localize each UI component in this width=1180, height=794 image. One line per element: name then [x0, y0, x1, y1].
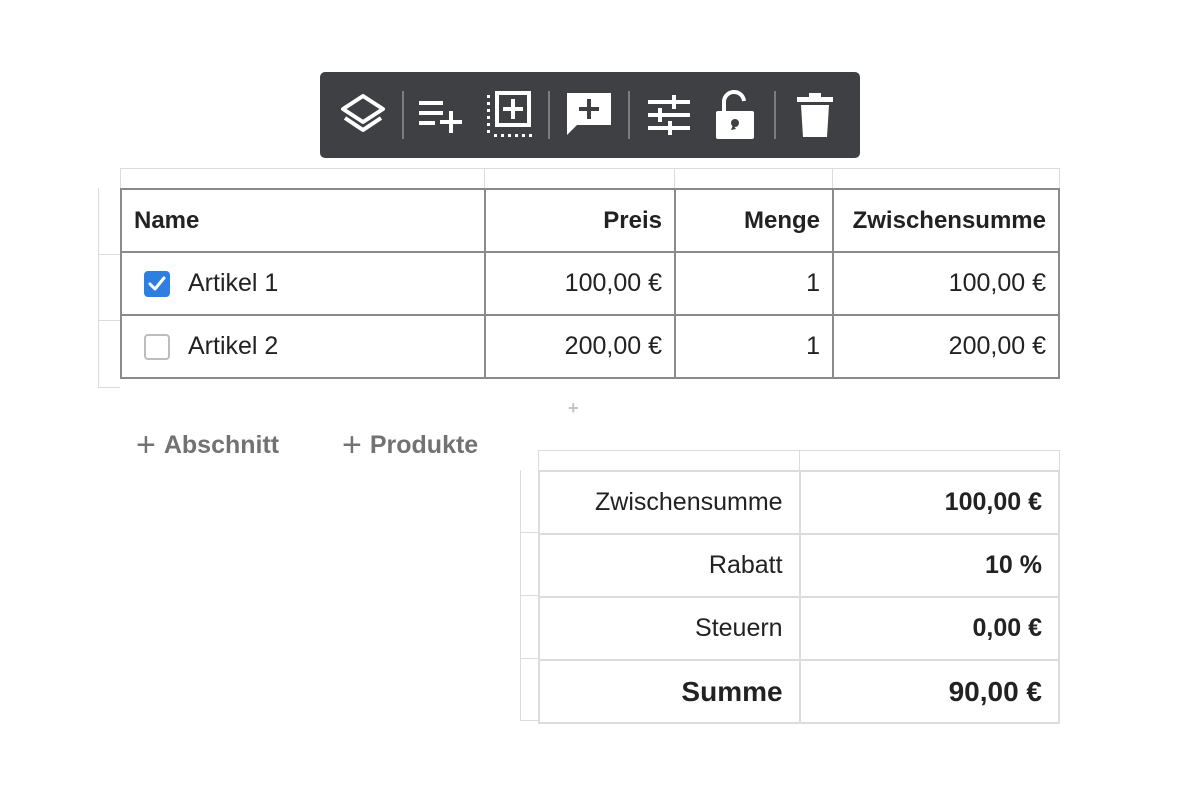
table-guide-top	[120, 168, 1060, 169]
layers-icon	[341, 94, 385, 132]
unlock-icon	[716, 90, 754, 139]
add-comment-icon	[567, 93, 611, 135]
totals-row-tax: Steuern 0,00 €	[538, 596, 1061, 661]
table-guide-col	[484, 168, 485, 188]
item-name: Artikel 1	[188, 269, 279, 297]
total-label: Summe	[538, 659, 801, 724]
layers-button[interactable]	[330, 72, 396, 158]
totals-guide-row	[520, 658, 538, 659]
toolbar-divider	[548, 91, 550, 139]
add-section-label: Abschnitt	[163, 430, 280, 459]
totals-guide-col	[799, 450, 800, 470]
table-guide-col	[1059, 168, 1060, 188]
document-canvas: Name Preis Menge Zwischensumme Artikel 1	[0, 0, 1180, 794]
cell-price[interactable]: 200,00 €	[484, 314, 676, 379]
subtotal-value: 100,00 €	[798, 470, 1061, 535]
add-row-icon	[419, 101, 462, 133]
totals-row-subtotal: Zwischensumme 100,00 €	[538, 470, 1061, 535]
toolbar-divider	[628, 91, 630, 139]
add-row-plus-icon[interactable]: +	[568, 399, 579, 417]
totals-guide-row	[520, 532, 538, 533]
row-checkbox[interactable]	[144, 270, 170, 297]
discount-value[interactable]: 10 %	[798, 533, 1061, 598]
plus-icon: +	[136, 426, 156, 464]
lock-button[interactable]	[702, 72, 768, 158]
table-header-row: Name Preis Menge Zwischensumme	[120, 188, 1060, 253]
subtotal-label: Zwischensumme	[538, 470, 801, 535]
discount-label: Rabatt	[538, 533, 801, 598]
tax-label: Steuern	[538, 596, 801, 661]
totals-row-discount: Rabatt 10 %	[538, 533, 1061, 598]
cell-subtotal: 200,00 €	[832, 314, 1060, 379]
table-guide-left	[98, 188, 99, 388]
cell-qty[interactable]: 1	[674, 314, 834, 379]
column-header-name[interactable]: Name	[120, 188, 486, 253]
table-row: Artikel 1 100,00 € 1 100,00 €	[120, 251, 1060, 316]
cell-name[interactable]: Artikel 2	[120, 314, 486, 379]
row-checkbox[interactable]	[144, 333, 170, 360]
table-guide-col	[832, 168, 833, 188]
delete-button[interactable]	[782, 72, 848, 158]
add-block-icon	[487, 91, 532, 137]
totals-guide-col	[538, 450, 539, 470]
add-products-button[interactable]: + Produkte	[342, 426, 479, 464]
tax-value[interactable]: 0,00 €	[798, 596, 1061, 661]
column-header-price[interactable]: Preis	[484, 188, 676, 253]
block-toolbar	[320, 72, 860, 158]
toolbar-divider	[774, 91, 776, 139]
settings-button[interactable]	[636, 72, 702, 158]
column-header-qty[interactable]: Menge	[674, 188, 834, 253]
totals-guide-col	[1059, 450, 1060, 470]
column-header-subtotal[interactable]: Zwischensumme	[832, 188, 1060, 253]
totals-row-total: Summe 90,00 €	[538, 659, 1061, 724]
item-name: Artikel 2	[188, 332, 279, 360]
table-guide-row	[98, 254, 120, 255]
trash-icon	[797, 93, 833, 137]
totals-guide-row	[520, 595, 538, 596]
add-section-button[interactable]: + Abschnitt	[136, 426, 280, 464]
add-row-button[interactable]	[410, 72, 476, 158]
cell-name[interactable]: Artikel 1	[120, 251, 486, 316]
cell-qty[interactable]: 1	[674, 251, 834, 316]
table-guide-col	[120, 168, 121, 188]
table-guide-row	[98, 387, 120, 388]
add-products-label: Produkte	[369, 430, 479, 459]
totals-guide-row	[520, 720, 538, 721]
cell-price[interactable]: 100,00 €	[484, 251, 676, 316]
items-table: Name Preis Menge Zwischensumme Artikel 1	[120, 188, 1060, 379]
checkmark-icon	[148, 276, 166, 290]
cell-subtotal: 100,00 €	[832, 251, 1060, 316]
table-guide-row	[98, 320, 120, 321]
table-row: Artikel 2 200,00 € 1 200,00 €	[120, 314, 1060, 379]
add-block-button[interactable]	[476, 72, 542, 158]
table-guide-col	[674, 168, 675, 188]
totals-table: Zwischensumme 100,00 € Rabatt 10 % Steue…	[538, 470, 1061, 724]
plus-icon: +	[342, 426, 362, 464]
settings-sliders-icon	[648, 95, 690, 135]
toolbar-divider	[402, 91, 404, 139]
total-value: 90,00 €	[798, 659, 1061, 724]
add-comment-button[interactable]	[556, 72, 622, 158]
